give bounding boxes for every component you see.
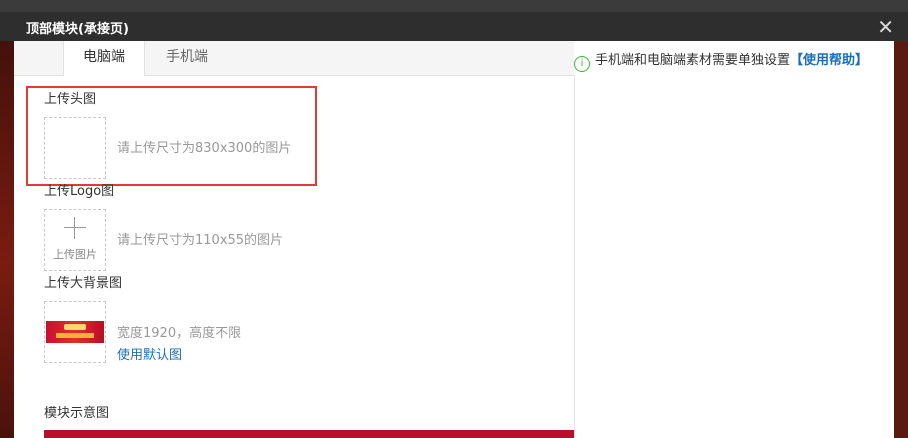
background-hint: 宽度1920，高度不限 [117, 326, 242, 341]
thumbnail-banner [56, 333, 94, 338]
tab-pc[interactable]: 电脑端 [63, 41, 145, 76]
logo-upload-label: 上传图片 [53, 248, 97, 261]
dialog-title-bar: 顶部模块(承接页) ✕ [0, 12, 908, 41]
tab-mobile[interactable]: 手机端 [144, 41, 230, 75]
highlight-box [26, 86, 317, 186]
top-strip [0, 0, 908, 12]
close-icon[interactable]: ✕ [877, 15, 894, 39]
notice: i 手机端和电脑端素材需要单独设置【使用帮助】 [574, 49, 868, 72]
tab-bar: 电脑端 手机端 [14, 41, 574, 76]
dialog-title: 顶部模块(承接页) [26, 22, 129, 37]
info-icon: i [574, 56, 590, 72]
background-label: 上传大背景图 [44, 276, 123, 291]
preview-label: 模块示意图 [44, 406, 110, 421]
thumbnail-badge [64, 324, 86, 330]
plus-icon [64, 217, 86, 239]
page-background-right [894, 0, 908, 438]
help-link[interactable]: 【使用帮助】 [790, 53, 868, 68]
preview-image [44, 430, 574, 438]
dialog-body: 电脑端 手机端 i 手机端和电脑端素材需要单独设置【使用帮助】 上传头图 请上传尺… [14, 41, 894, 438]
logo-upload[interactable]: 上传图片 [44, 209, 106, 271]
background-upload[interactable] [44, 301, 106, 363]
background-thumbnail [46, 321, 104, 343]
logo-hint: 请上传尺寸为110x55的图片 [117, 233, 284, 248]
logo-label: 上传Logo图 [44, 184, 115, 199]
use-default-image-link[interactable]: 使用默认图 [117, 344, 182, 363]
notice-text: 手机端和电脑端素材需要单独设置 [595, 53, 791, 68]
page-background [0, 0, 14, 438]
divider [574, 75, 575, 438]
